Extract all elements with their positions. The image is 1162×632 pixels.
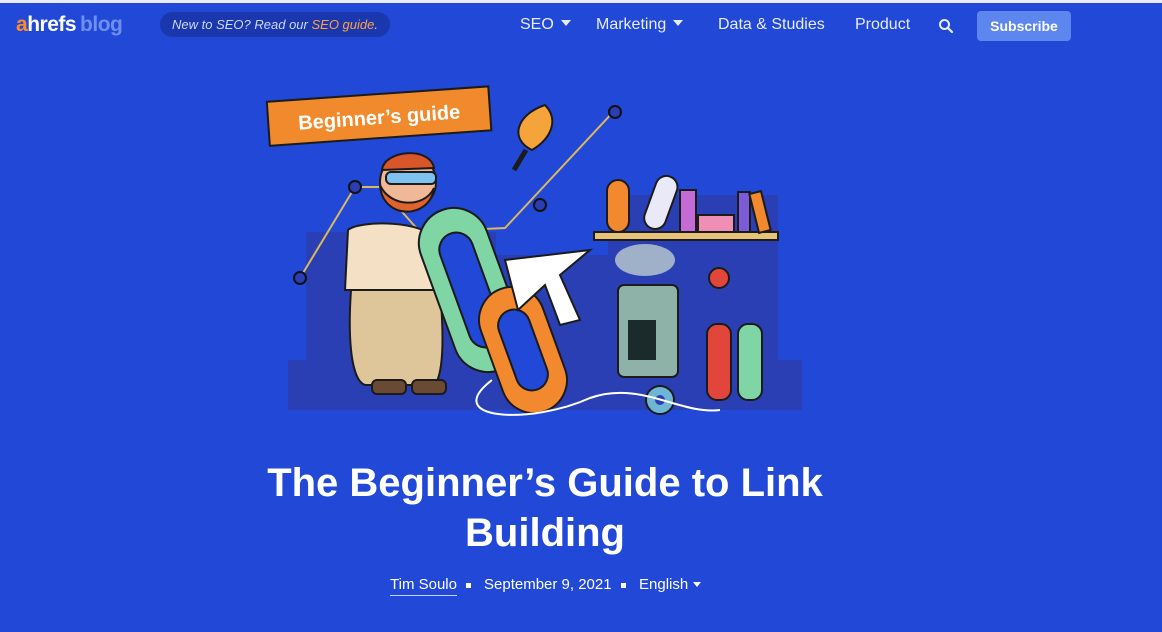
publish-date: September 9, 2021	[484, 576, 612, 593]
beginners-guide-badge: Beginner’s guide	[265, 85, 493, 147]
chevron-down-icon	[673, 19, 684, 26]
ahrefs-blog-logo[interactable]: ahrefs blog	[16, 13, 123, 37]
subscribe-button[interactable]: Subscribe	[977, 11, 1071, 41]
nav-marketing[interactable]: Marketing	[596, 16, 684, 34]
shelf	[593, 231, 779, 241]
language-selector[interactable]: English	[639, 576, 702, 593]
hero-illustration: Beginner’s guide	[265, 85, 802, 416]
chevron-down-icon	[693, 581, 702, 587]
site-header: ahrefs blog New to SEO? Read our SEO guid…	[0, 3, 1162, 45]
article-title: The Beginner’s Guide to Link Building	[267, 461, 823, 555]
nav-product[interactable]: Product	[855, 16, 910, 34]
seo-guide-link[interactable]: SEO guide	[311, 17, 374, 32]
seo-guide-promo: New to SEO? Read our SEO guide.	[160, 12, 390, 37]
gas-tank-green	[737, 323, 763, 401]
gas-tank-red	[706, 323, 732, 401]
chevron-down-icon	[560, 19, 571, 26]
search-icon[interactable]	[938, 18, 954, 34]
nav-data-studies[interactable]: Data & Studies	[718, 16, 825, 34]
nav-seo[interactable]: SEO	[520, 16, 571, 34]
separator-dot	[621, 583, 626, 588]
author-link[interactable]: Tim Soulo	[390, 576, 457, 596]
separator-dot	[466, 583, 471, 588]
